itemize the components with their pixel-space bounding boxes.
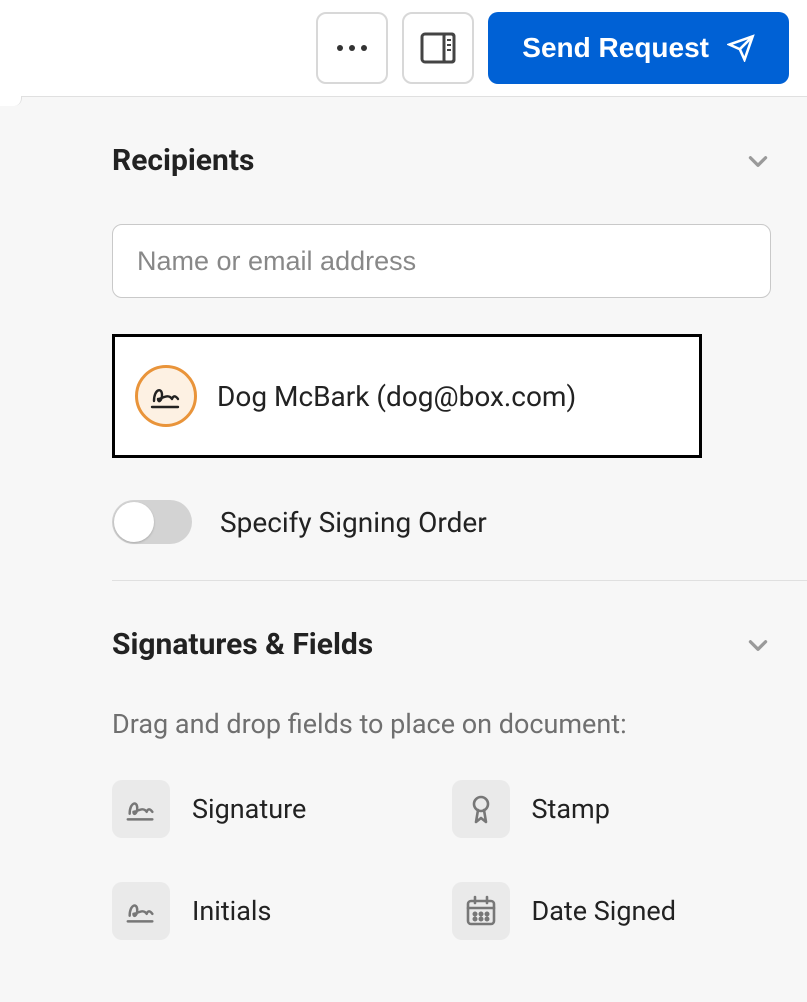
stamp-icon [452, 780, 510, 838]
signature-icon [112, 780, 170, 838]
recipient-avatar [135, 365, 197, 427]
fields-hint: Drag and drop fields to place on documen… [112, 708, 771, 740]
field-label: Stamp [532, 793, 610, 825]
field-stamp[interactable]: Stamp [452, 780, 772, 838]
main-area: Recipients Dog McBark (dog@box.com) [0, 96, 807, 1002]
side-panel: Recipients Dog McBark (dog@box.com) [22, 97, 807, 1002]
signing-order-label: Specify Signing Order [220, 506, 487, 539]
ellipsis-icon [337, 45, 367, 51]
signatures-section: Signatures & Fields Drag and drop fields… [22, 581, 807, 976]
document-edge [0, 96, 22, 106]
initials-icon [112, 882, 170, 940]
recipient-display: Dog McBark (dog@box.com) [217, 380, 576, 413]
date-signed-icon [452, 882, 510, 940]
field-initials[interactable]: Initials [112, 882, 432, 940]
chevron-down-icon [745, 148, 771, 174]
send-request-label: Send Request [522, 32, 709, 64]
send-request-button[interactable]: Send Request [488, 12, 789, 84]
signing-order-toggle[interactable] [112, 500, 192, 544]
panel-toggle-button[interactable] [402, 12, 474, 84]
fields-grid: Signature Stamp [112, 780, 771, 940]
signature-icon [148, 381, 184, 411]
recipient-card[interactable]: Dog McBark (dog@box.com) [112, 334, 702, 458]
more-options-button[interactable] [316, 12, 388, 84]
signing-order-row: Specify Signing Order [112, 500, 771, 544]
recipients-title: Recipients [112, 143, 254, 178]
signatures-title: Signatures & Fields [112, 627, 373, 662]
paper-plane-icon [727, 34, 755, 62]
signatures-header[interactable]: Signatures & Fields [112, 627, 771, 662]
toggle-knob [114, 502, 154, 542]
field-label: Date Signed [532, 895, 676, 927]
top-toolbar: Send Request [0, 0, 807, 96]
panel-icon [420, 32, 456, 64]
field-label: Signature [192, 793, 306, 825]
field-signature[interactable]: Signature [112, 780, 432, 838]
field-date-signed[interactable]: Date Signed [452, 882, 772, 940]
field-label: Initials [192, 895, 271, 927]
recipients-section: Recipients Dog McBark (dog@box.com) [22, 97, 807, 580]
recipient-input[interactable] [112, 224, 771, 298]
chevron-down-icon [745, 632, 771, 658]
recipients-header[interactable]: Recipients [112, 143, 771, 178]
